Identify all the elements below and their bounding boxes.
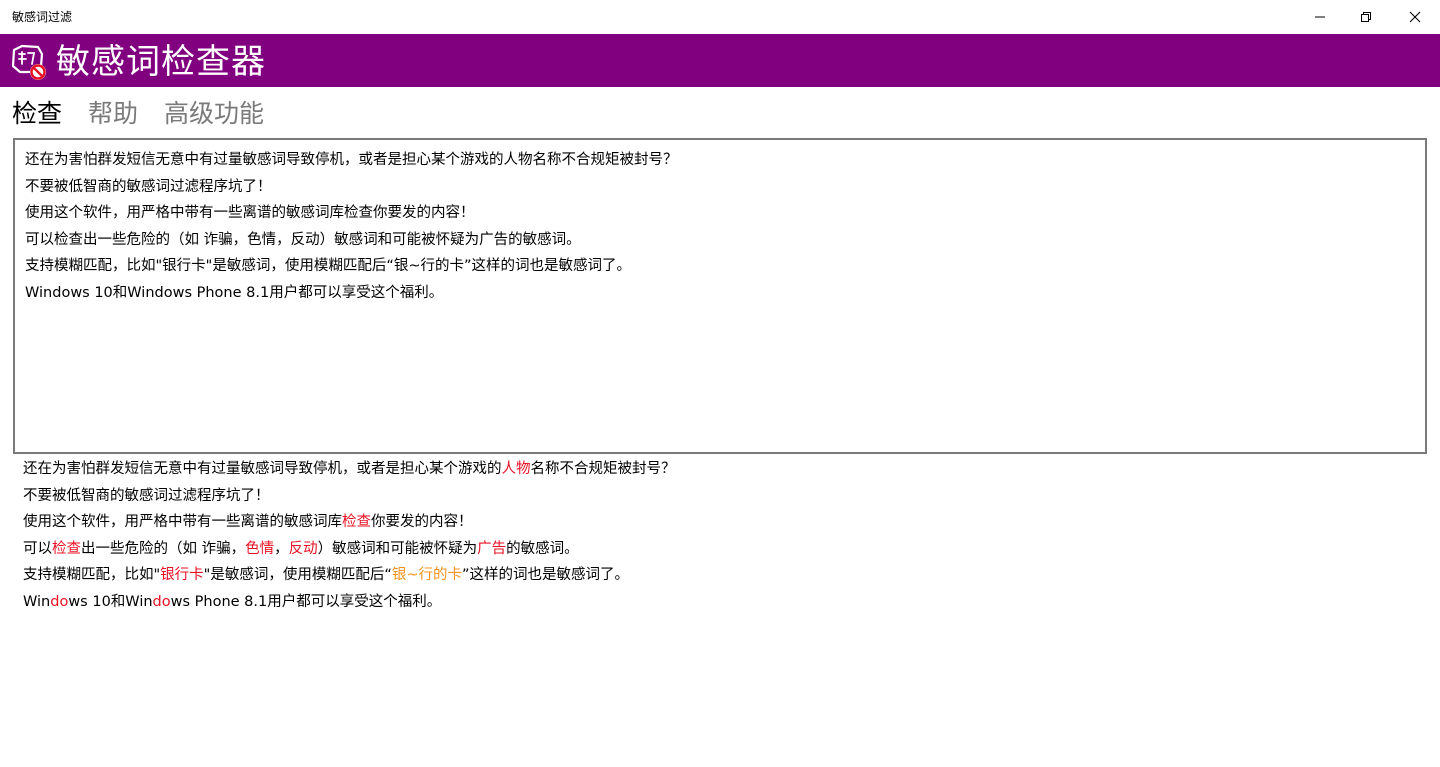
result-text: 名称不合规矩被封号？: [530, 461, 676, 477]
fuzzy-match-highlight: 银~行的卡: [391, 567, 463, 583]
minimize-button[interactable]: [1297, 0, 1343, 34]
sensitive-word-highlight: 人物: [501, 461, 531, 477]
window-title: 敏感词过滤: [12, 10, 73, 24]
sensitive-word-highlight: 反动: [288, 540, 318, 557]
minimize-icon: [1315, 16, 1325, 18]
restore-icon: [1361, 12, 1371, 22]
close-button[interactable]: [1392, 0, 1438, 34]
result-line: 不要被低智商的敏感词过滤程序坑了！: [23, 483, 1423, 510]
check-result: 还在为害怕群发短信无意中有过量敏感词导致停机，或者是担心某个游戏的人物名称不合规…: [23, 456, 1423, 615]
result-line: 可以检查出一些危险的（如 诈骗，色情，反动）敏感词和可能被怀疑为广告的敏感词。: [23, 536, 1423, 563]
sensitive-word-logo-icon: [11, 44, 46, 80]
result-text: 使用这个软件，用严格中带有一些离谱的敏感词库: [23, 514, 342, 530]
sensitive-word-highlight: 检查: [342, 514, 371, 530]
sensitive-word-highlight: 色情: [245, 540, 275, 557]
sensitive-word-highlight: 银行卡: [160, 567, 204, 583]
result-text: ”这样的词也是敏感词了。: [462, 567, 630, 583]
app-title: 敏感词检查器: [56, 42, 266, 82]
result-line: Windows 10和Windows Phone 8.1用户都可以享受这个福利。: [23, 589, 1423, 616]
result-line: 还在为害怕群发短信无意中有过量敏感词导致停机，或者是担心某个游戏的人物名称不合规…: [23, 456, 1423, 483]
result-line: 支持模糊匹配，比如"银行卡"是敏感词，使用模糊匹配后“银~行的卡”这样的词也是敏…: [23, 562, 1423, 589]
sensitive-word-highlight: 广告: [477, 540, 507, 557]
window-titlebar: 敏感词过滤: [0, 0, 1440, 34]
result-text: 出一些危险的（如 诈骗，: [81, 540, 246, 557]
result-text: "是敏感词，使用模糊匹配后“: [203, 567, 392, 583]
result-text: 支持模糊匹配，比如": [23, 567, 161, 583]
tab-help[interactable]: 帮助: [88, 96, 138, 132]
result-text: ）敏感词和可能被怀疑为: [317, 540, 478, 557]
result-text: 可以: [23, 540, 52, 557]
result-text: 还在为害怕群发短信无意中有过量敏感词导致停机，或者是担心某个游戏的: [23, 461, 502, 477]
result-text: ws 10和Win: [68, 593, 153, 610]
sensitive-word-highlight: do: [50, 593, 69, 610]
app-header: 敏感词检查器: [0, 34, 1440, 87]
restore-button[interactable]: [1343, 0, 1389, 34]
result-text: 你要发的内容！: [371, 514, 473, 530]
result-text: ，: [274, 540, 289, 557]
text-input-box: 还在为害怕群发短信无意中有过量敏感词导致停机，或者是担心某个游戏的人物名称不合规…: [13, 138, 1427, 454]
close-icon: [1409, 11, 1421, 23]
result-text: 不要被低智商的敏感词过滤程序坑了！: [23, 487, 270, 504]
tab-check[interactable]: 检查: [12, 96, 62, 132]
result-line: 使用这个软件，用严格中带有一些离谱的敏感词库检查你要发的内容！: [23, 509, 1423, 536]
text-input[interactable]: 还在为害怕群发短信无意中有过量敏感词导致停机，或者是担心某个游戏的人物名称不合规…: [15, 140, 1425, 452]
tab-advanced[interactable]: 高级功能: [164, 96, 264, 132]
sensitive-word-highlight: do: [152, 593, 171, 610]
result-text: ws Phone 8.1用户都可以享受这个福利。: [170, 593, 442, 610]
result-text: 的敏感词。: [506, 540, 579, 557]
tab-bar: 检查 帮助 高级功能: [12, 96, 264, 132]
result-text: Win: [23, 593, 51, 610]
sensitive-word-highlight: 检查: [52, 540, 81, 557]
